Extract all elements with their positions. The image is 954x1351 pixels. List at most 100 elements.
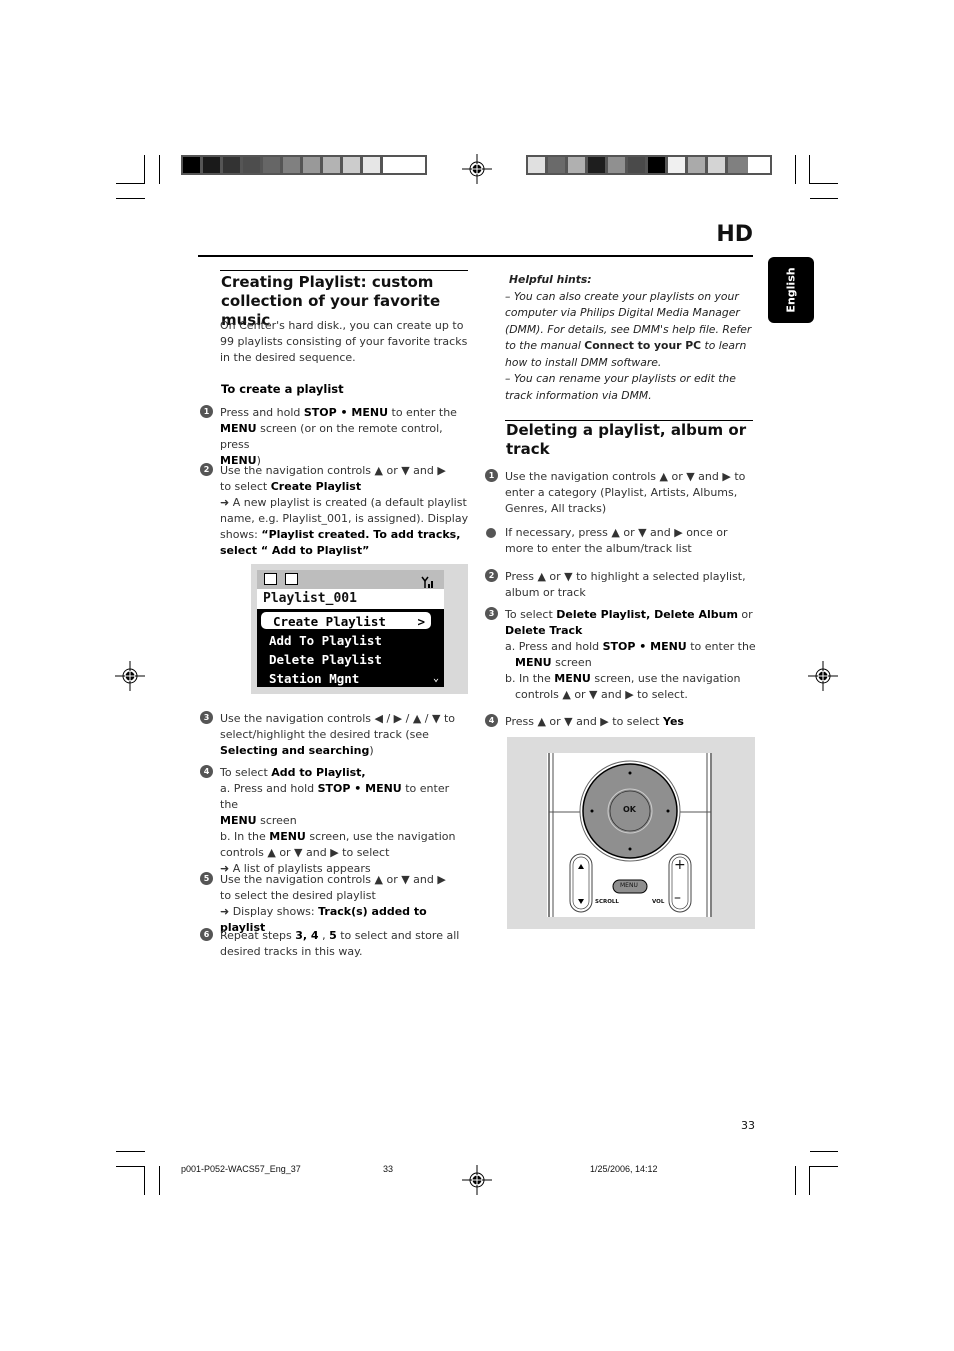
section-code: HD xyxy=(716,222,753,247)
text: Press and hold xyxy=(220,406,304,419)
text-bold: MENU xyxy=(554,672,591,685)
bullet xyxy=(486,528,496,538)
color-swatch xyxy=(363,157,383,173)
hints-title: Helpful hints: xyxy=(509,273,592,286)
color-swatch xyxy=(343,157,363,173)
step-number: 1 xyxy=(200,405,213,418)
lcd-screenshot: Playlist_001 Create Playlist > Add To Pla… xyxy=(251,564,468,694)
scroll-label: SCROLL xyxy=(595,899,619,905)
step-number: 1 xyxy=(485,469,498,482)
lcd-menu-item: Delete Playlist xyxy=(269,652,382,667)
color-swatch xyxy=(568,157,588,173)
text: screen, use the navigation xyxy=(305,830,456,843)
color-swatch xyxy=(688,157,708,173)
step-number: 2 xyxy=(485,569,498,582)
menu-button-label: MENU xyxy=(620,882,638,889)
step-number: 2 xyxy=(200,463,213,476)
lcd-display: Playlist_001 Create Playlist > Add To Pla… xyxy=(257,570,444,687)
menu-item-label: Station Mgnt xyxy=(269,671,360,686)
color-swatch xyxy=(628,157,648,173)
crop-mark xyxy=(159,155,160,184)
step-4-text: To select Add to Playlist, a. Press and … xyxy=(220,765,470,877)
lcd-menu-item: Station Mgnt ⌄ xyxy=(257,669,444,688)
lcd-title: Playlist_001 xyxy=(257,589,444,609)
section-title-line: Creating Playlist: custom xyxy=(221,273,434,291)
language-tab-label: English xyxy=(784,267,798,313)
color-swatch xyxy=(383,157,403,173)
section-title-line: track xyxy=(506,440,550,458)
text: , xyxy=(318,929,330,942)
color-swatch xyxy=(608,157,628,173)
crop-mark xyxy=(116,1166,145,1167)
color-swatch xyxy=(203,157,223,173)
text-bold: MENU xyxy=(269,830,306,843)
registration-mark-icon xyxy=(462,1165,492,1195)
crop-mark xyxy=(144,1166,145,1195)
delete-bullet-text: If necessary, press ▲ or ▼ and ▶ once or… xyxy=(505,526,728,555)
crop-mark xyxy=(795,1166,796,1195)
step-5-text: Use the navigation controls ▲ or ▼ and ▶… xyxy=(220,872,470,936)
delete-step-2-text: Press ▲ or ▼ to highlight a selected pla… xyxy=(505,570,746,599)
registration-mark-icon xyxy=(808,661,838,691)
color-swatch xyxy=(648,157,668,173)
section-title: Deleting a playlist, album or track xyxy=(506,421,756,459)
color-swatch xyxy=(263,157,283,173)
language-tab: English xyxy=(768,257,814,323)
step-1-text: Press and hold STOP • MENU to enter the … xyxy=(220,405,470,469)
step-number: 3 xyxy=(485,607,498,620)
text: to enter the xyxy=(388,406,457,419)
text: screen xyxy=(551,656,592,669)
step-number: 4 xyxy=(485,714,498,727)
text-bold: STOP • MENU xyxy=(303,406,389,419)
color-swatch xyxy=(283,157,303,173)
text: a. Press and hold xyxy=(505,640,603,653)
color-swatch xyxy=(243,157,263,173)
crop-mark xyxy=(809,1166,810,1195)
footer-timestamp: 1/25/2006, 14:12 xyxy=(590,1164,658,1174)
hint-text: – You can rename your playlists or edit … xyxy=(505,372,736,402)
crop-mark xyxy=(810,1151,838,1152)
menu-item-label: Create Playlist xyxy=(273,614,386,629)
vol-minus-icon: – xyxy=(674,890,681,906)
color-swatch xyxy=(183,157,203,173)
color-swatch xyxy=(323,157,343,173)
step-number: 4 xyxy=(200,765,213,778)
text: or xyxy=(737,608,753,621)
crop-mark xyxy=(116,1151,145,1152)
color-bar-right xyxy=(526,155,772,175)
chevron-right-icon: > xyxy=(417,614,425,629)
text-bold: Add to Playlist, xyxy=(271,766,366,779)
color-swatch xyxy=(708,157,728,173)
helpful-hints: Helpful hints: – You can also create you… xyxy=(505,272,757,404)
step-number: 6 xyxy=(200,928,213,941)
text: controls ▲ or ▼ and ▶ to select. xyxy=(515,688,688,701)
text-bold: MENU xyxy=(220,422,257,435)
list-icon xyxy=(285,573,298,585)
text: Press ▲ or ▼ and ▶ to select xyxy=(505,715,663,728)
text: To select xyxy=(220,766,272,779)
hint-text: – You can also create your playlists on … xyxy=(505,289,757,372)
section-rule xyxy=(220,270,468,271)
text-bold: MENU xyxy=(220,814,257,827)
page-number: 33 xyxy=(741,1119,755,1132)
text: ➜ Display shows: xyxy=(220,905,319,918)
color-swatch xyxy=(223,157,243,173)
footer-file-page: 33 xyxy=(383,1164,394,1174)
text: b. In the xyxy=(220,830,270,843)
color-swatch xyxy=(728,157,748,173)
lcd-status-bar xyxy=(257,570,444,589)
text-bold: 3, 4 xyxy=(295,929,319,942)
vol-plus-icon: + xyxy=(674,857,686,873)
text: screen xyxy=(256,814,297,827)
step-number: 3 xyxy=(200,711,213,724)
delete-step-3-text: To select Delete Playlist, Delete Album … xyxy=(505,607,760,703)
delete-step-1-text: Use the navigation controls ▲ or ▼ and ▶… xyxy=(505,470,746,515)
text: b. In the xyxy=(505,672,555,685)
color-swatch xyxy=(668,157,688,173)
intro-paragraph: On Center's hard disk., you can create u… xyxy=(220,319,468,364)
crop-mark xyxy=(809,183,838,184)
text: ) xyxy=(369,744,374,757)
text-bold: Delete Playlist, Delete Album xyxy=(556,608,738,621)
text: To select xyxy=(505,608,557,621)
text-bold: Connect to your PC xyxy=(584,339,702,352)
